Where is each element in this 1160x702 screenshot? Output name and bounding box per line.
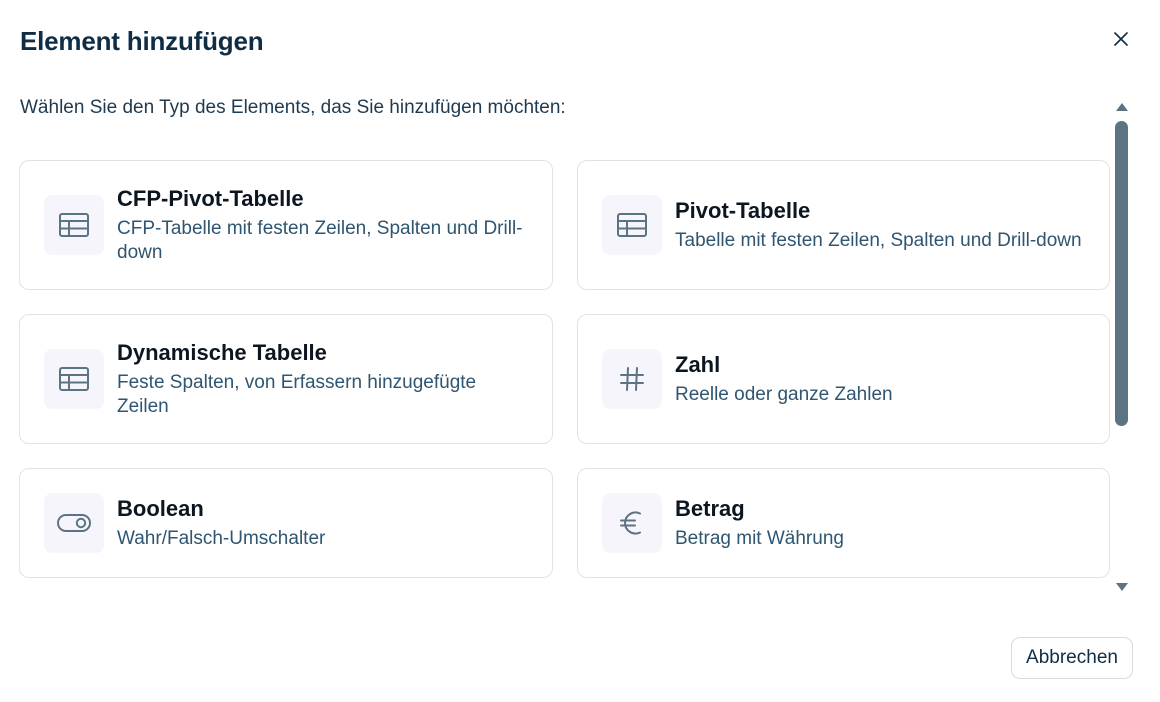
element-type-icon-box [44, 493, 104, 553]
element-type-text: Dynamische Tabelle Feste Spalten, von Er… [117, 339, 528, 419]
scrollbar[interactable] [1113, 100, 1131, 598]
scroll-up-arrow-icon[interactable] [1116, 103, 1128, 111]
hash-icon [620, 367, 644, 391]
dialog-subtitle: Wählen Sie den Typ des Elements, das Sie… [20, 97, 566, 118]
add-element-dialog: Element hinzufügen Wählen Sie den Typ de… [0, 0, 1160, 702]
toggle-icon [57, 514, 91, 532]
element-type-title: Zahl [675, 352, 721, 377]
table-icon [59, 367, 89, 391]
element-type-text: Pivot-Tabelle Tabelle mit festen Zeilen,… [675, 197, 1082, 253]
element-type-description: Wahr/Falsch-Umschalter [117, 528, 326, 549]
element-type-icon-box [44, 349, 104, 409]
element-type-title: Boolean [117, 496, 204, 521]
table-icon [59, 213, 89, 237]
element-type-icon-box [602, 493, 662, 553]
element-type-text: Boolean Wahr/Falsch-Umschalter [117, 495, 325, 551]
scroll-down-arrow-icon[interactable] [1116, 583, 1128, 591]
element-type-text: CFP-Pivot-Tabelle CFP-Tabelle mit festen… [117, 185, 528, 265]
element-type-description: Betrag mit Währung [675, 528, 844, 549]
element-type-description: Tabelle mit festen Zeilen, Spalten und D… [675, 230, 1082, 251]
euro-icon [620, 511, 641, 535]
element-type-description: Reelle oder ganze Zahlen [675, 384, 893, 405]
element-type-grid: CFP-Pivot-Tabelle CFP-Tabelle mit festen… [19, 160, 1111, 578]
cancel-button[interactable]: Abbrechen [1011, 637, 1133, 679]
close-button[interactable] [1108, 26, 1134, 52]
dialog-title: Element hinzufügen [20, 26, 264, 56]
scrollbar-thumb[interactable] [1115, 121, 1128, 426]
element-type-icon-box [44, 195, 104, 255]
element-type-description: Feste Spalten, von Erfassern hinzugefügt… [117, 372, 477, 417]
element-type-card-number[interactable]: Zahl Reelle oder ganze Zahlen [577, 314, 1110, 444]
close-icon [1114, 32, 1128, 46]
element-type-description: CFP-Tabelle mit festen Zeilen, Spalten u… [117, 218, 523, 263]
element-type-title: Pivot-Tabelle [675, 198, 811, 223]
element-type-card-cfp-pivot-table[interactable]: CFP-Pivot-Tabelle CFP-Tabelle mit festen… [19, 160, 553, 290]
element-type-text: Betrag Betrag mit Währung [675, 495, 844, 551]
element-type-title: Betrag [675, 496, 745, 521]
element-type-card-pivot-table[interactable]: Pivot-Tabelle Tabelle mit festen Zeilen,… [577, 160, 1110, 290]
element-type-icon-box [602, 195, 662, 255]
element-type-icon-box [602, 349, 662, 409]
element-type-title: Dynamische Tabelle [117, 340, 327, 365]
table-icon [617, 213, 647, 237]
element-type-text: Zahl Reelle oder ganze Zahlen [675, 351, 893, 407]
element-type-title: CFP-Pivot-Tabelle [117, 186, 304, 211]
element-type-card-boolean[interactable]: Boolean Wahr/Falsch-Umschalter [19, 468, 553, 578]
element-type-card-dynamic-table[interactable]: Dynamische Tabelle Feste Spalten, von Er… [19, 314, 553, 444]
element-type-card-amount[interactable]: Betrag Betrag mit Währung [577, 468, 1110, 578]
